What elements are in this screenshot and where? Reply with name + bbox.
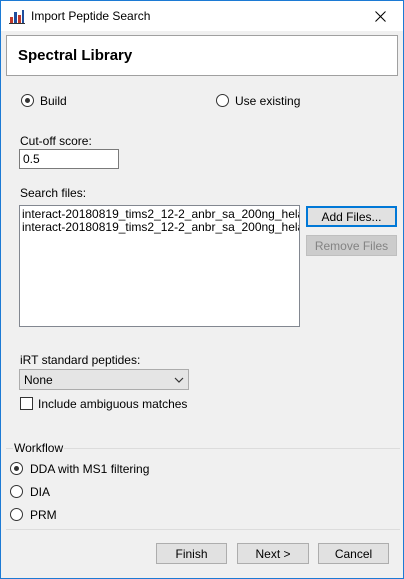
build-radio-label: Build <box>40 94 67 108</box>
cutoff-score-field[interactable] <box>20 150 118 168</box>
dia-radio-label: DIA <box>30 485 51 499</box>
title-bar: Import Peptide Search <box>1 1 403 31</box>
build-radio[interactable] <box>21 94 34 107</box>
dda-radio[interactable] <box>10 462 23 475</box>
chevron-down-icon <box>174 377 184 383</box>
search-files-list[interactable]: interact-20180819_tims2_12-2_anbr_sa_200… <box>19 205 300 327</box>
workflow-group-title: Workflow <box>13 441 65 455</box>
dia-radio[interactable] <box>10 485 23 498</box>
close-icon <box>374 10 386 22</box>
next-button[interactable]: Next > <box>237 543 309 564</box>
workflow-group <box>6 448 400 530</box>
import-peptide-search-window: Import Peptide Search Spectral Library B… <box>0 0 404 579</box>
irt-standard-dropdown[interactable]: None <box>19 369 189 390</box>
use-existing-radio-label: Use existing <box>235 94 301 108</box>
cutoff-score-field-box <box>19 149 119 169</box>
cutoff-score-label: Cut-off score: <box>20 134 92 148</box>
add-files-button[interactable]: Add Files... <box>306 206 397 227</box>
include-ambiguous-checkbox[interactable] <box>20 397 33 410</box>
list-item[interactable]: interact-20180819_tims2_12-2_anbr_sa_200… <box>20 208 299 221</box>
page-title: Spectral Library <box>18 47 133 64</box>
close-button[interactable] <box>357 1 403 31</box>
dda-radio-label: DDA with MS1 filtering <box>30 462 150 476</box>
include-ambiguous-label: Include ambiguous matches <box>38 397 188 411</box>
irt-standard-label: iRT standard peptides: <box>20 353 141 367</box>
remove-files-button[interactable]: Remove Files <box>306 235 397 256</box>
window-title: Import Peptide Search <box>31 9 151 23</box>
list-item[interactable]: interact-20180819_tims2_12-2_anbr_sa_200… <box>20 221 299 234</box>
cancel-button[interactable]: Cancel <box>318 543 389 564</box>
finish-button[interactable]: Finish <box>156 543 227 564</box>
prm-radio[interactable] <box>10 508 23 521</box>
page-header: Spectral Library <box>6 35 398 76</box>
irt-standard-selected: None <box>24 373 53 387</box>
search-files-label: Search files: <box>20 186 87 200</box>
use-existing-radio[interactable] <box>216 94 229 107</box>
prm-radio-label: PRM <box>30 508 57 522</box>
skyline-app-icon <box>9 8 25 24</box>
